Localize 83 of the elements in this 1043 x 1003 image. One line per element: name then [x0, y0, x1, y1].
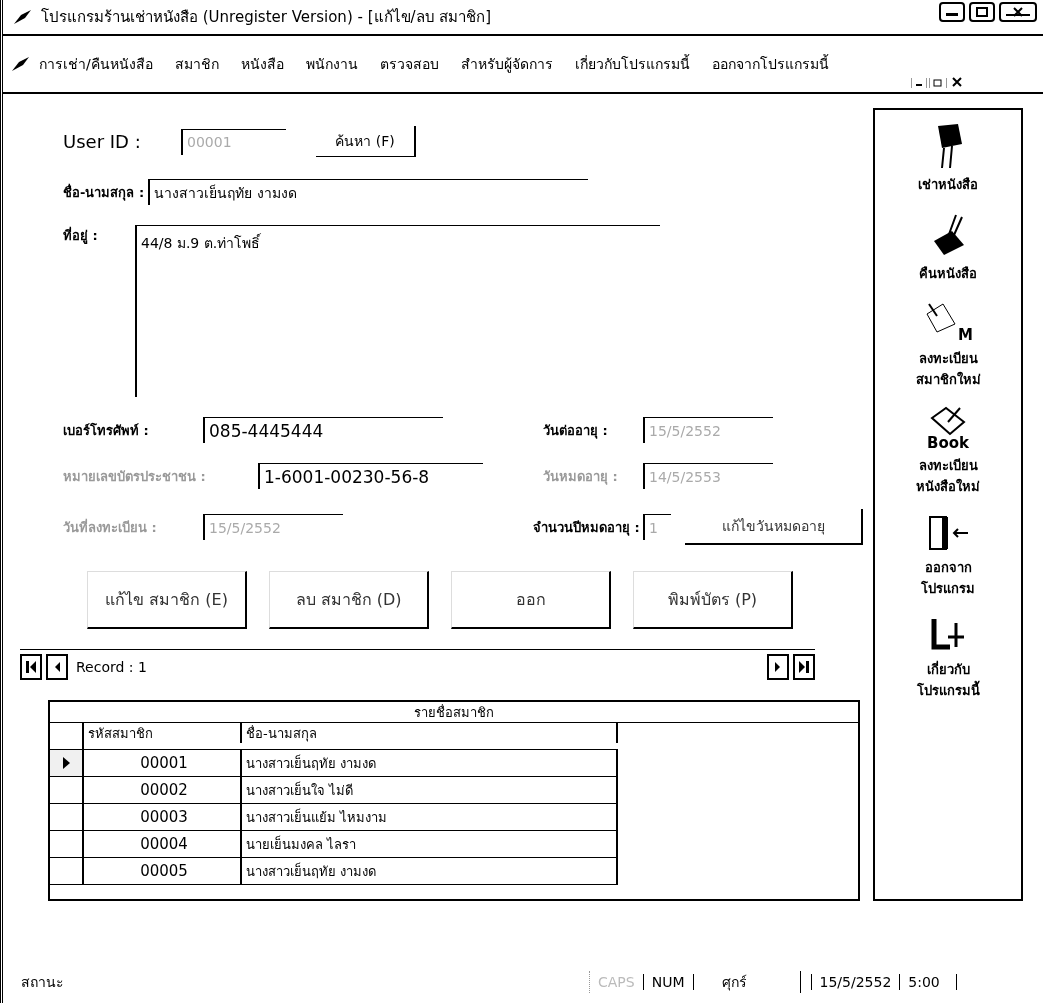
- pen-icon: [11, 56, 31, 72]
- record-counter: Record : 1: [75, 659, 147, 675]
- table-cell: 00004: [84, 831, 242, 857]
- phone-field[interactable]: 085-4445444: [203, 417, 443, 443]
- close-button[interactable]: [999, 2, 1037, 22]
- field-label: เบอร์โทรศัพท์ :: [63, 421, 150, 440]
- toolbar-label: เกี่ยวกับโปรแกรมนี้: [915, 659, 981, 700]
- status-text: 15/5/2552: [810, 974, 901, 990]
- toolbar-label: ลงทะเบียนสมาชิกใหม่: [914, 350, 982, 389]
- toolbar-label: ลงทะเบียนหนังสือใหม่: [915, 457, 981, 496]
- toolbar-item[interactable]: คืนหนังสือ: [888, 211, 1008, 284]
- table-cell: นางสาวเย็นฤทัย งามงด: [242, 858, 618, 884]
- field-label: วันที่ลงทะเบียน :: [63, 517, 158, 537]
- edit-expiry-button[interactable]: แก้ไขวันหมดอายุ: [685, 509, 863, 545]
- status-text: CAPS: [590, 974, 644, 990]
- first-record-button[interactable]: [20, 654, 42, 680]
- menu-item[interactable]: สำหรับผู้จัดการ: [460, 53, 553, 75]
- toolbar-item[interactable]: เกี่ยวกับโปรแกรมนี้: [888, 615, 1008, 701]
- restore-icon: [933, 79, 943, 87]
- field-label: ชื่อ-นามสกุล :: [63, 182, 145, 203]
- toolbar-item[interactable]: M ลงทะเบียนสมาชิกใหม่: [888, 300, 1008, 390]
- field-label: หมายเลขบัตรประชาชน :: [63, 467, 207, 486]
- toolbar-label: ออกจากโปรแกรม: [920, 559, 976, 598]
- table-title: รายชื่อสมาชิก: [50, 702, 858, 723]
- next-icon: [774, 660, 782, 674]
- close-icon: [1005, 6, 1031, 18]
- table-cell: นางสาวเย็นใจ ไม่ดี: [242, 777, 618, 803]
- status-text: NUM: [643, 974, 694, 990]
- previous-record-button[interactable]: [46, 654, 68, 680]
- last-record-button[interactable]: [793, 654, 815, 680]
- action-button[interactable]: พิมพ์บัตร (P): [633, 571, 793, 629]
- menu-item[interactable]: ตรวจสอบ: [379, 53, 439, 75]
- field-label: วันหมดอายุ :: [543, 467, 619, 487]
- previous-icon: [53, 660, 61, 674]
- menu-item[interactable]: สมาชิก: [174, 53, 219, 75]
- action-button[interactable]: แก้ไข สมาชิก (E): [87, 571, 247, 629]
- menu-item[interactable]: การเช่า/คืนหนังสือ: [39, 53, 153, 75]
- toolbar-item[interactable]: เช่าหนังสือ: [888, 122, 1008, 195]
- close-icon: [952, 77, 962, 87]
- action-button[interactable]: ออก: [451, 571, 611, 629]
- maximize-button[interactable]: [969, 2, 995, 22]
- field-label: ที่อยู่ :: [63, 225, 99, 246]
- minimize-button[interactable]: [939, 2, 965, 22]
- column-header[interactable]: รหัสสมาชิก: [84, 723, 242, 743]
- last-icon: [798, 660, 810, 674]
- window-title: โปรแกรมร้านเช่าหนังสือ (Unregister Version) - [แก้ไข/ลบ สมาชิก]: [41, 7, 493, 28]
- next-record-button[interactable]: [767, 654, 789, 680]
- table-cell: นางสาวเย็นฤทัย งามงด: [242, 750, 618, 776]
- table-cell: นายเย็นมงคล ไลรา: [242, 831, 618, 857]
- menu-item[interactable]: หนังสือ: [240, 53, 284, 75]
- exit-door-icon: [926, 513, 970, 553]
- close-button[interactable]: [949, 76, 965, 88]
- pen-icon: [13, 9, 33, 25]
- table-cell: 00005: [84, 858, 242, 884]
- current-row-icon: [61, 756, 71, 770]
- restore-button[interactable]: [929, 78, 947, 88]
- column-header[interactable]: ชื่อ-นามสกุล: [242, 723, 618, 743]
- toolbar-label: เช่าหนังสือ: [917, 176, 979, 194]
- table-cell: 00003: [84, 804, 242, 830]
- table-cell: นางสาวเย็นแย้ม ไหมงาม: [242, 804, 618, 830]
- minimize-button[interactable]: [911, 78, 927, 88]
- row-selector[interactable]: [50, 750, 84, 776]
- address-field[interactable]: 44/8 ม.9 ต.ท่าโพธิ์: [135, 225, 660, 397]
- first-icon: [25, 660, 37, 674]
- id-card-field[interactable]: 1-6001-00230-56-8: [258, 463, 483, 489]
- table-cell: 00001: [84, 750, 242, 776]
- status-text: ศุกร์: [713, 971, 801, 993]
- field-label: User ID :: [63, 131, 142, 152]
- table-cell: 00002: [84, 777, 242, 803]
- action-button[interactable]: ลบ สมาชิก (D): [269, 571, 429, 629]
- menu-item[interactable]: ออกจากโปรแกรมนี้: [711, 53, 829, 75]
- name-field[interactable]: นางสาวเย็นฤทัย งามงด: [148, 179, 589, 205]
- field-label: วันต่ออายุ :: [543, 421, 609, 441]
- menu-item[interactable]: พนักงาน: [305, 53, 358, 75]
- search-button[interactable]: ค้นหา (F): [316, 126, 416, 157]
- toolbar-item[interactable]: ออกจากโปรแกรม: [888, 513, 1008, 599]
- maximize-icon: [975, 6, 989, 18]
- toolbar-item[interactable]: Book ลงทะเบียนหนังสือใหม่: [888, 406, 1008, 497]
- status-text: 5:00: [900, 974, 958, 990]
- toolbar-label: คืนหนังสือ: [918, 265, 978, 283]
- field-label: จำนวนปีหมดอายุ :: [533, 518, 641, 538]
- menu-item[interactable]: เกี่ยวกับโปรแกรมนี้: [574, 53, 690, 75]
- status-text: สถานะ: [13, 971, 590, 993]
